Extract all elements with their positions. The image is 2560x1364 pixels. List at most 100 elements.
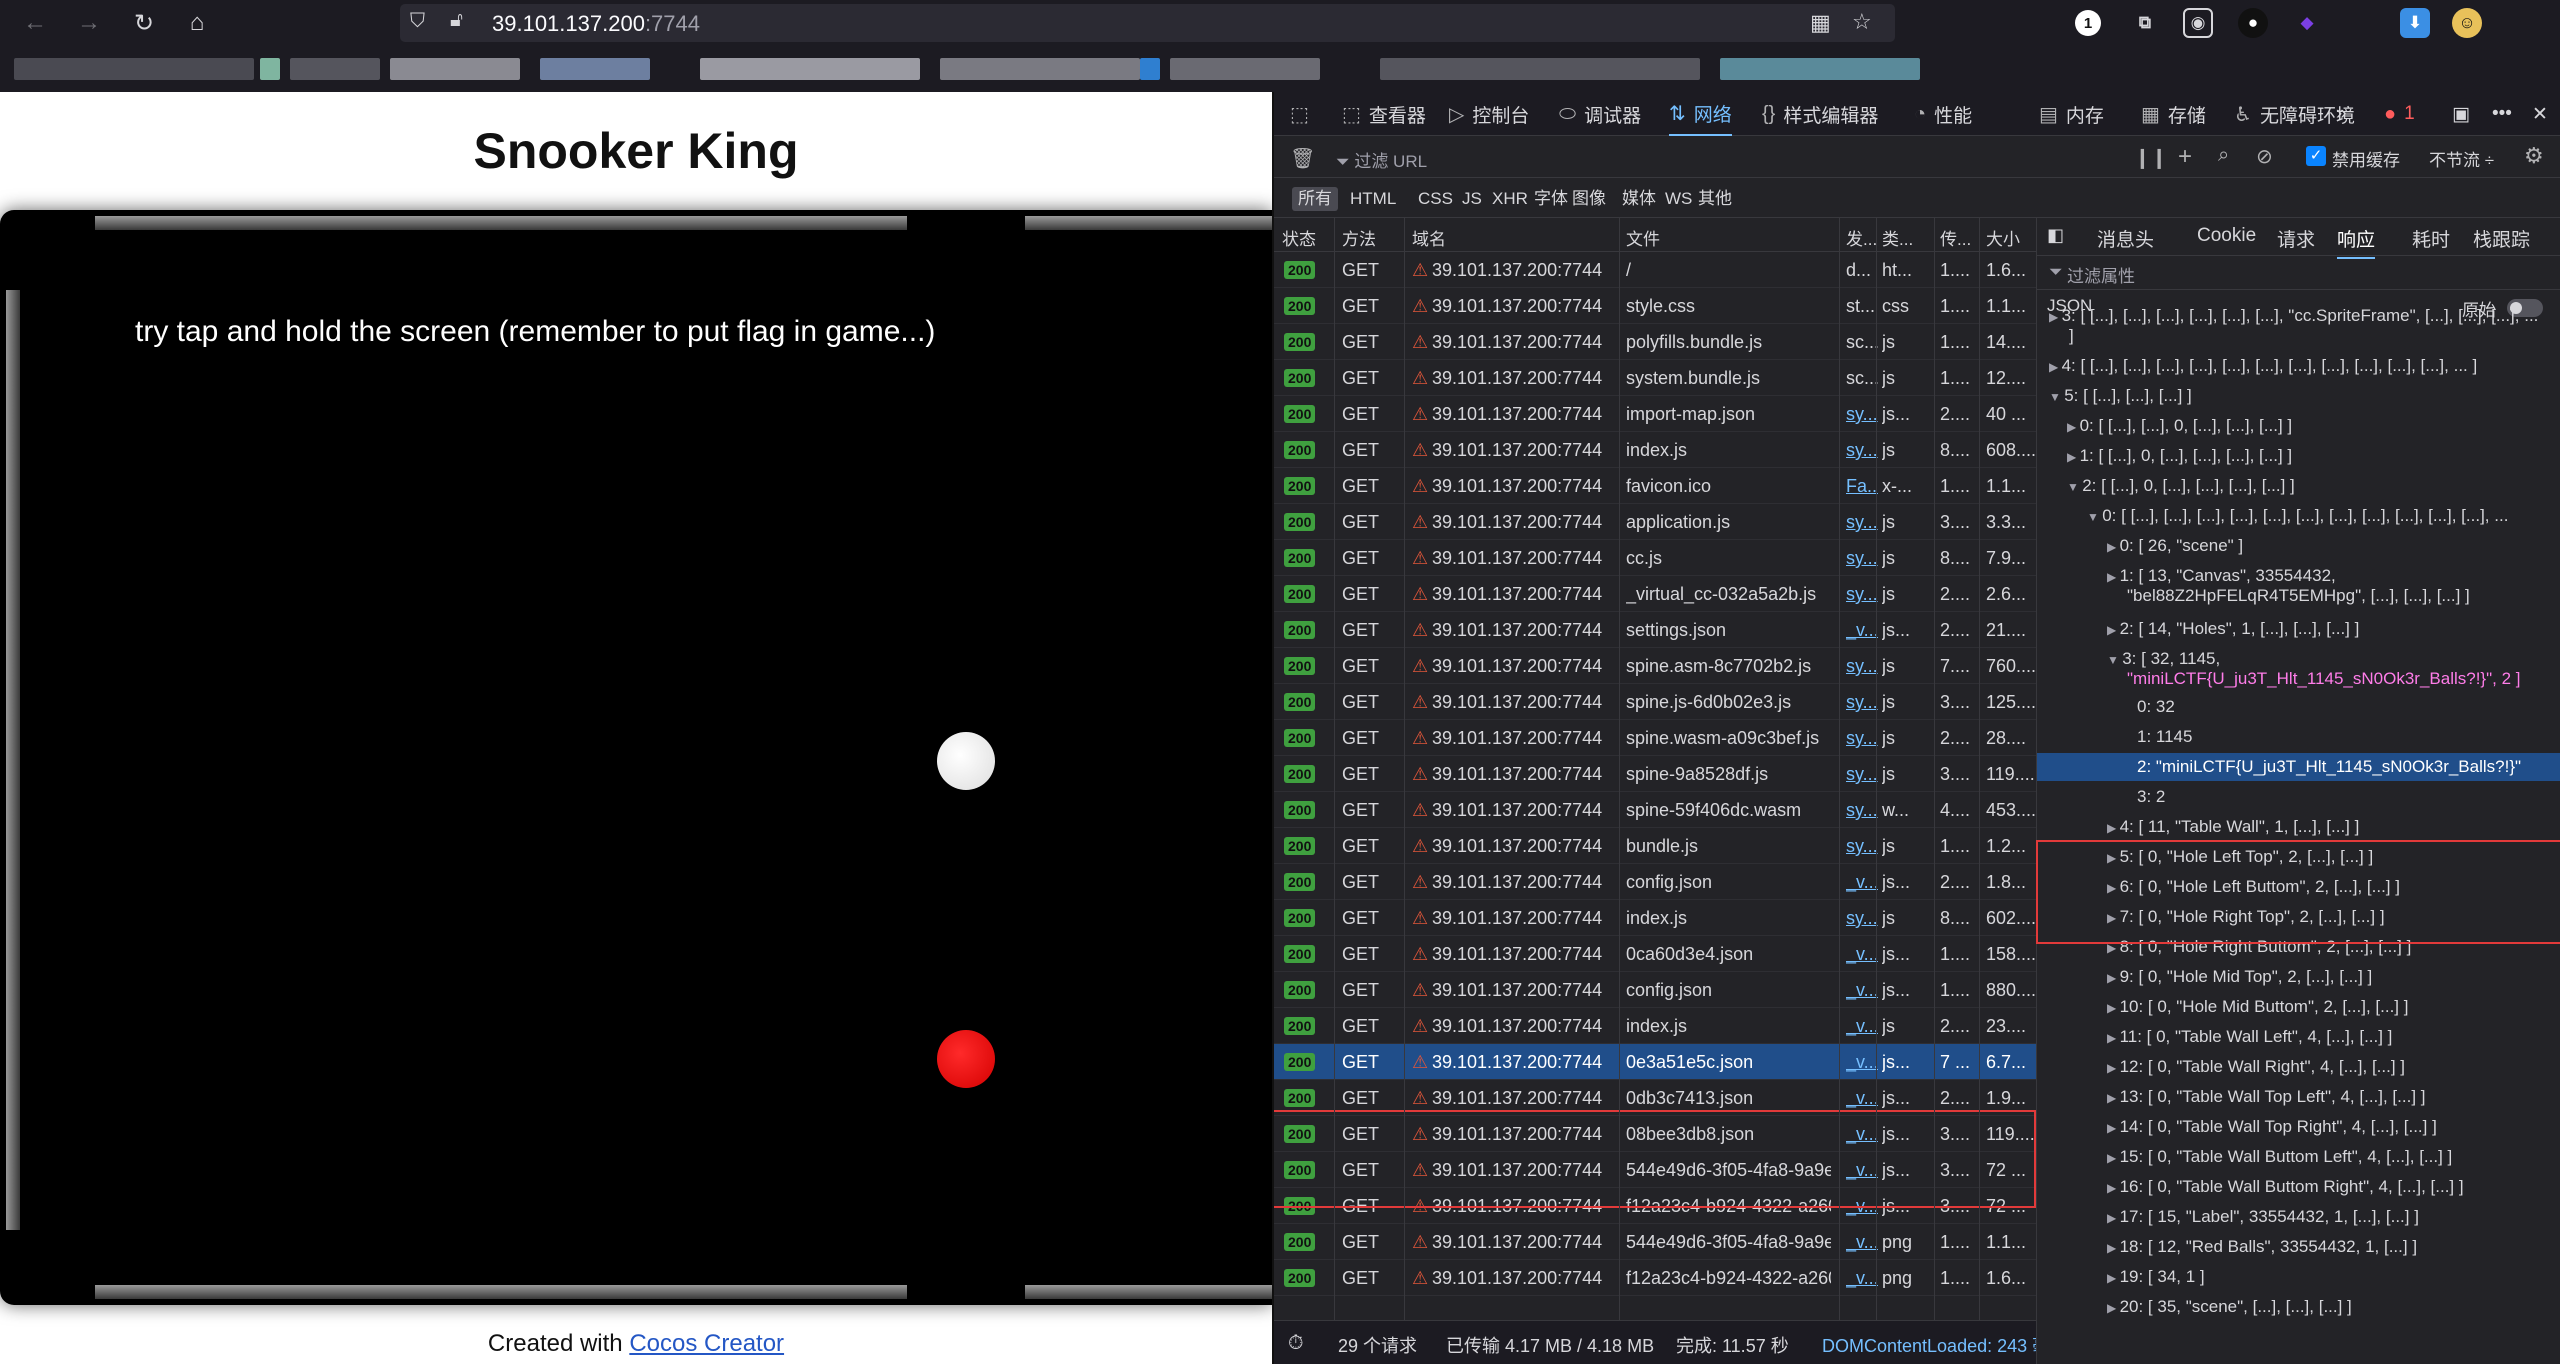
table-row[interactable]: 200 GET 39.101.137.200:7744 ⚠︎ style.css st..… bbox=[1274, 288, 2036, 324]
json-tree-line[interactable]: 2: "miniLCTF{U_ju3T_Hlt_1145_sN0Ok3r_Bal… bbox=[2037, 753, 2560, 781]
throttle-select[interactable]: 不节流 ÷ bbox=[2429, 146, 2494, 171]
bookmark-blurred[interactable] bbox=[1380, 58, 1700, 80]
bookmark-star-icon[interactable]: ☆ bbox=[1852, 9, 1872, 35]
json-tree-line[interactable]: ▶ 12: [ 0, "Table Wall Right", 4, [...],… bbox=[2107, 1053, 2405, 1081]
json-tree-line[interactable]: 1: 1145 bbox=[2137, 723, 2192, 751]
column-header[interactable]: 类... bbox=[1882, 225, 1913, 250]
download-icon[interactable]: ⬇ bbox=[2400, 8, 2430, 38]
collapsed-arrow-icon[interactable]: ▶ bbox=[2107, 570, 2120, 584]
table-row[interactable]: 200 GET 39.101.137.200:7744 ⚠︎ cc.js sy... js 8… bbox=[1274, 540, 2036, 576]
collapsed-arrow-icon[interactable]: ▶ bbox=[2107, 1211, 2120, 1225]
block-icon[interactable]: ⊘ bbox=[2256, 144, 2273, 169]
reload-icon[interactable]: ↻ bbox=[127, 6, 161, 40]
url-text[interactable]: 39.101.137.200:7744 bbox=[492, 11, 700, 37]
error-count-badge[interactable]: ● 1 bbox=[2384, 92, 2415, 136]
table-row[interactable]: 200 GET 39.101.137.200:7744 ⚠︎ spine.wasm-a0… bbox=[1274, 720, 2036, 756]
table-row[interactable]: 200 GET 39.101.137.200:7744 ⚠︎ _virtual_cc-0… bbox=[1274, 576, 2036, 612]
json-tree-line[interactable]: ▶ 0: [ [...], [...], 0, [...], [...], [.… bbox=[2067, 412, 2292, 440]
type-filter-button[interactable]: 其他 bbox=[1692, 187, 1738, 211]
collapsed-arrow-icon[interactable]: ▶ bbox=[2107, 623, 2120, 637]
table-row[interactable]: 200 GET 39.101.137.200:7744 ⚠︎ settings.json… bbox=[1274, 612, 2036, 648]
table-row[interactable]: 200 GET 39.101.137.200:7744 ⚠︎ index.js _v...… bbox=[1274, 1008, 2036, 1044]
json-tree-line[interactable]: ▶ 14: [ 0, "Table Wall Top Right", 4, [.… bbox=[2107, 1113, 2437, 1141]
collapsed-arrow-icon[interactable]: ▶ bbox=[2049, 310, 2062, 324]
table-row[interactable]: 200 GET 39.101.137.200:7744 ⚠︎ favicon.ico Fa… bbox=[1274, 468, 2036, 504]
cocos-creator-link[interactable]: Cocos Creator bbox=[629, 1330, 784, 1357]
json-tree-line[interactable]: ▼ 5: [ [...], [...], [...] ] bbox=[2049, 382, 2192, 410]
search-icon[interactable]: ⌕ bbox=[2218, 144, 2229, 167]
collapsed-arrow-icon[interactable]: ▶ bbox=[2107, 1121, 2120, 1135]
table-row[interactable]: 200 GET 39.101.137.200:7744 ⚠︎ polyfills.bun… bbox=[1274, 324, 2036, 360]
collapsed-arrow-icon[interactable]: ▶ bbox=[2107, 971, 2120, 985]
type-filter-button[interactable]: 图像 bbox=[1566, 187, 1612, 211]
collapsed-arrow-icon[interactable]: ▶ bbox=[2049, 360, 2062, 374]
type-filter-button[interactable]: XHR bbox=[1486, 187, 1534, 211]
table-row[interactable]: 200 GET 39.101.137.200:7744 ⚠︎ index.js sy...… bbox=[1274, 900, 2036, 936]
collapsed-arrow-icon[interactable]: ▶ bbox=[2107, 1091, 2120, 1105]
json-tree-line[interactable]: ▶ 3: [ [...], [...], [...], [...], [...]… bbox=[2049, 302, 2538, 330]
game-canvas[interactable]: try tap and hold the screen (remember to… bbox=[0, 210, 1272, 1305]
tab-network[interactable]: ⇅ 网络 bbox=[1669, 92, 1732, 136]
settings-gear-icon[interactable]: ⚙ bbox=[2524, 143, 2544, 169]
json-tree-line[interactable]: ▶ 11: [ 0, "Table Wall Left", 4, [...], … bbox=[2107, 1023, 2392, 1051]
json-tree-line[interactable]: ▼ 2: [ [...], 0, [...], [...], [...], [.… bbox=[2067, 472, 2295, 500]
json-tree-line[interactable]: ▶ 16: [ 0, "Table Wall Buttom Right", 4,… bbox=[2107, 1173, 2464, 1201]
bookmark-blurred[interactable] bbox=[1140, 58, 1160, 80]
url-bar[interactable]: ⛉ 🔓︎ 39.101.137.200:7744 ▦ ☆ bbox=[400, 4, 1895, 42]
tab-debugger[interactable]: ⬭ 调试器 bbox=[1559, 92, 1641, 136]
table-row[interactable]: 200 GET 39.101.137.200:7744 ⚠︎ 0ca60d3e4.jso… bbox=[1274, 936, 2036, 972]
table-row[interactable]: 200 GET 39.101.137.200:7744 ⚠︎ spine.js-6d0b… bbox=[1274, 684, 2036, 720]
diamond-extension-icon[interactable]: ◆ bbox=[2292, 8, 2322, 38]
bookmark-blurred[interactable] bbox=[390, 58, 520, 80]
json-tree-line[interactable]: "miniLCTF{U_ju3T_Hlt_1145_sN0Ok3r_Balls?… bbox=[2127, 665, 2521, 693]
add-icon[interactable]: + bbox=[2178, 143, 2192, 171]
json-tree-line[interactable]: ▶ 0: [ 26, "scene" ] bbox=[2107, 532, 2243, 560]
table-row[interactable]: 200 GET 39.101.137.200:7744 ⚠︎ bundle.js sy..… bbox=[1274, 828, 2036, 864]
tab-memory[interactable]: ▤ 内存 bbox=[2039, 92, 2104, 136]
collapsed-arrow-icon[interactable]: ▶ bbox=[2107, 1271, 2120, 1285]
expanded-arrow-icon[interactable]: ▼ bbox=[2107, 653, 2122, 667]
more-tabs-icon[interactable]: » bbox=[2336, 92, 2347, 136]
more-options-icon[interactable]: ••• bbox=[2492, 92, 2512, 136]
json-tree-line[interactable]: ▶ 17: [ 15, "Label", 33554432, 1, [...],… bbox=[2107, 1203, 2419, 1231]
pause-icon[interactable]: ❙❙ bbox=[2134, 145, 2168, 170]
bookmark-blurred[interactable] bbox=[1170, 58, 1320, 80]
disable-cache-checkbox[interactable]: ✓ bbox=[2306, 146, 2326, 166]
collapsed-arrow-icon[interactable]: ▶ bbox=[2107, 1181, 2120, 1195]
column-header[interactable]: 域名 bbox=[1412, 225, 1446, 250]
column-header[interactable]: 大小 bbox=[1986, 225, 2020, 250]
json-tree-line[interactable]: ▶ 4: [ 11, "Table Wall", 1, [...], [...]… bbox=[2107, 813, 2359, 841]
panel-tab[interactable]: 响应 bbox=[2337, 225, 2376, 259]
table-row[interactable]: 200 GET 39.101.137.200:7744 ⚠︎ spine.asm-8c7… bbox=[1274, 648, 2036, 684]
json-tree-line[interactable]: ▶ 13: [ 0, "Table Wall Top Left", 4, [..… bbox=[2107, 1083, 2426, 1111]
table-row[interactable]: 200 GET 39.101.137.200:7744 ⚠︎ / d... ht... 1..… bbox=[1274, 252, 2036, 288]
bookmark-blurred[interactable] bbox=[540, 58, 650, 80]
panel-tab[interactable]: 耗时 bbox=[2412, 225, 2450, 252]
insecure-lock-icon[interactable]: 🔓︎ bbox=[450, 9, 463, 32]
table-row[interactable]: 200 GET 39.101.137.200:7744 ⚠︎ 544e49d6-3f05… bbox=[1274, 1224, 2036, 1260]
table-row[interactable]: 200 GET 39.101.137.200:7744 ⚠︎ index.js sy...… bbox=[1274, 432, 2036, 468]
expanded-arrow-icon[interactable]: ▼ bbox=[2087, 510, 2102, 524]
bookmark-blurred[interactable] bbox=[940, 58, 1140, 80]
extension-badge-icon[interactable]: 1 bbox=[2075, 10, 2101, 36]
panel-tab[interactable]: Cookie bbox=[2197, 225, 2256, 247]
bookmark-blurred[interactable] bbox=[700, 58, 920, 80]
profile-avatar-icon[interactable]: ☺ bbox=[2452, 8, 2482, 38]
table-row[interactable]: 200 GET 39.101.137.200:7744 ⚠︎ config.json _v… bbox=[1274, 972, 2036, 1008]
column-header[interactable]: 状态 bbox=[1282, 225, 1316, 250]
table-row[interactable]: 200 GET 39.101.137.200:7744 ⚠︎ spine-59f406d… bbox=[1274, 792, 2036, 828]
dock-icon[interactable]: ▣ bbox=[2452, 92, 2470, 136]
type-filter-button[interactable]: HTML bbox=[1344, 187, 1402, 211]
collapsed-arrow-icon[interactable]: ▶ bbox=[2107, 1031, 2120, 1045]
column-header[interactable]: 传... bbox=[1940, 225, 1971, 250]
json-tree-line[interactable]: ▶ 1: [ [...], 0, [...], [...], [...], [.… bbox=[2067, 442, 2292, 470]
table-row[interactable]: 200 GET 39.101.137.200:7744 ⚠︎ 0e3a51e5c.jso… bbox=[1274, 1044, 2036, 1080]
collapsed-arrow-icon[interactable]: ▶ bbox=[2107, 1151, 2120, 1165]
tab-performance[interactable]: ◔ 性能 bbox=[1914, 92, 1972, 136]
forward-icon[interactable]: → bbox=[72, 6, 106, 40]
json-tree-line[interactable]: ▶ 10: [ 0, "Hole Mid Buttom", 2, [...], … bbox=[2107, 993, 2408, 1021]
element-picker-icon[interactable]: ⬚ bbox=[1290, 92, 1317, 136]
tab-console[interactable]: ▷ 控制台 bbox=[1449, 92, 1529, 136]
json-tree-line[interactable]: 0: 32 bbox=[2137, 693, 2175, 721]
expanded-arrow-icon[interactable]: ▼ bbox=[2049, 390, 2064, 404]
